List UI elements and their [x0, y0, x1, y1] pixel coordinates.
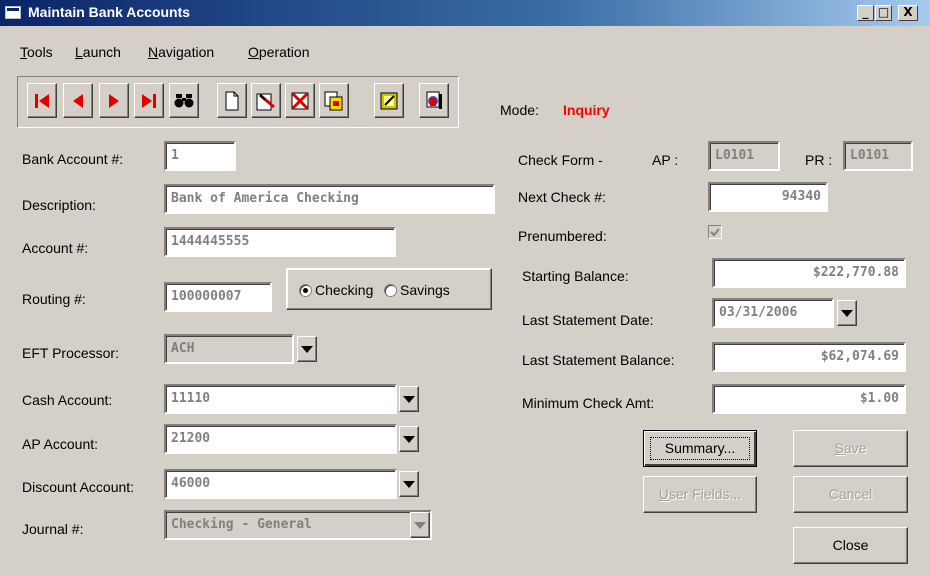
notes-icon	[380, 92, 398, 109]
app-icon	[5, 6, 21, 19]
chevron-down-icon	[403, 480, 415, 488]
edit-record-icon	[256, 93, 275, 110]
last-statement-date-dropdown[interactable]	[837, 300, 857, 326]
discount-account-label: Discount Account:	[22, 479, 135, 495]
copy-record-button[interactable]	[319, 83, 349, 118]
starting-balance-field[interactable]: $222,770.88	[712, 258, 906, 288]
routing-field[interactable]: 100000007	[164, 282, 272, 312]
chevron-down-icon	[414, 521, 426, 529]
ap-account-field[interactable]: 21200	[164, 424, 397, 454]
cash-account-label: Cash Account:	[22, 392, 113, 408]
discount-account-field[interactable]: 46000	[164, 469, 397, 499]
summary-button[interactable]: Summary...	[643, 430, 757, 467]
description-field[interactable]: Bank of America Checking	[164, 184, 495, 214]
savings-radio[interactable]	[384, 284, 397, 297]
previous-record-button[interactable]	[63, 83, 93, 118]
menu-navigation[interactable]: Navigation	[148, 44, 214, 60]
starting-balance-label: Starting Balance:	[522, 268, 629, 284]
chevron-down-icon	[403, 395, 415, 403]
eft-processor-dropdown[interactable]	[297, 336, 317, 362]
next-record-button[interactable]	[99, 83, 129, 118]
menu-tools[interactable]: Tools	[20, 44, 53, 60]
discount-account-dropdown[interactable]	[399, 471, 419, 497]
notes-button[interactable]	[374, 83, 404, 118]
new-record-button[interactable]	[217, 83, 247, 118]
new-record-icon	[225, 91, 239, 110]
chevron-down-icon	[301, 345, 313, 353]
previous-record-icon	[73, 93, 83, 108]
eft-processor-field[interactable]: ACH	[164, 334, 294, 364]
last-statement-balance-label: Last Statement Balance:	[522, 352, 675, 368]
last-record-icon	[142, 93, 156, 108]
last-record-button[interactable]	[134, 83, 164, 118]
cash-account-dropdown[interactable]	[399, 386, 419, 412]
ap-account-label: AP Account:	[22, 436, 99, 452]
mode-label: Mode:	[500, 102, 539, 118]
delete-record-button[interactable]	[285, 83, 315, 118]
savings-label: Savings	[400, 282, 450, 298]
routing-label: Routing #:	[22, 291, 86, 307]
last-statement-date-field[interactable]: 03/31/2006	[712, 298, 834, 328]
bank-account-field[interactable]: 1	[164, 141, 236, 171]
cash-account-field[interactable]: 11110	[164, 384, 397, 414]
check-form-ap-label: AP :	[652, 152, 679, 168]
print-icon	[426, 91, 442, 109]
ap-account-dropdown[interactable]	[399, 426, 419, 452]
account-number-field[interactable]: 1444445555	[164, 227, 396, 257]
first-record-button[interactable]	[27, 83, 57, 118]
first-record-icon	[35, 93, 49, 108]
journal-label: Journal #:	[22, 521, 84, 537]
print-button[interactable]	[419, 83, 449, 118]
journal-dropdown[interactable]	[410, 512, 430, 538]
delete-record-icon	[291, 92, 309, 109]
account-number-label: Account #:	[22, 240, 89, 256]
menu-operation[interactable]: Operation	[248, 44, 309, 60]
window-title: Maintain Bank Accounts	[28, 4, 191, 20]
last-statement-balance-field[interactable]: $62,074.69	[712, 342, 906, 372]
cancel-button[interactable]: Cancel	[793, 476, 908, 513]
minimize-button[interactable]: _	[857, 5, 874, 21]
journal-field[interactable]: Checking - General	[164, 510, 432, 540]
mode-value: Inquiry	[563, 102, 610, 118]
next-check-field[interactable]: 94340	[708, 182, 828, 212]
chevron-down-icon	[841, 309, 853, 317]
find-button[interactable]	[169, 83, 199, 118]
next-check-label: Next Check #:	[518, 189, 606, 205]
save-button[interactable]: Save	[793, 430, 908, 467]
check-form-pr-field[interactable]: L0101	[843, 141, 913, 171]
bank-account-label: Bank Account #:	[22, 151, 124, 167]
chevron-down-icon	[403, 435, 415, 443]
edit-record-button[interactable]	[251, 83, 281, 118]
description-label: Description:	[22, 197, 96, 213]
user-fields-button[interactable]: User Fields...	[643, 476, 757, 513]
checkmark-icon	[710, 228, 720, 237]
menu-launch[interactable]: Launch	[75, 44, 121, 60]
copy-record-icon	[324, 91, 343, 110]
next-record-icon	[109, 93, 119, 108]
check-form-pr-label: PR :	[805, 152, 833, 168]
close-window-button[interactable]: X	[898, 5, 918, 21]
check-form-label: Check Form -	[518, 152, 603, 168]
prenumbered-label: Prenumbered:	[518, 228, 607, 244]
minimum-check-amt-field[interactable]: $1.00	[712, 384, 906, 414]
checking-label: Checking	[315, 282, 374, 298]
checking-radio[interactable]	[299, 284, 312, 297]
prenumbered-checkbox[interactable]	[708, 225, 722, 239]
close-button[interactable]: Close	[793, 527, 908, 564]
find-icon	[174, 93, 194, 107]
maximize-button[interactable]: □	[875, 5, 892, 21]
check-form-ap-field[interactable]: L0101	[708, 141, 780, 171]
last-statement-date-label: Last Statement Date:	[522, 312, 654, 328]
minimum-check-amt-label: Minimum Check Amt:	[522, 395, 655, 411]
eft-processor-label: EFT Processor:	[22, 345, 119, 361]
